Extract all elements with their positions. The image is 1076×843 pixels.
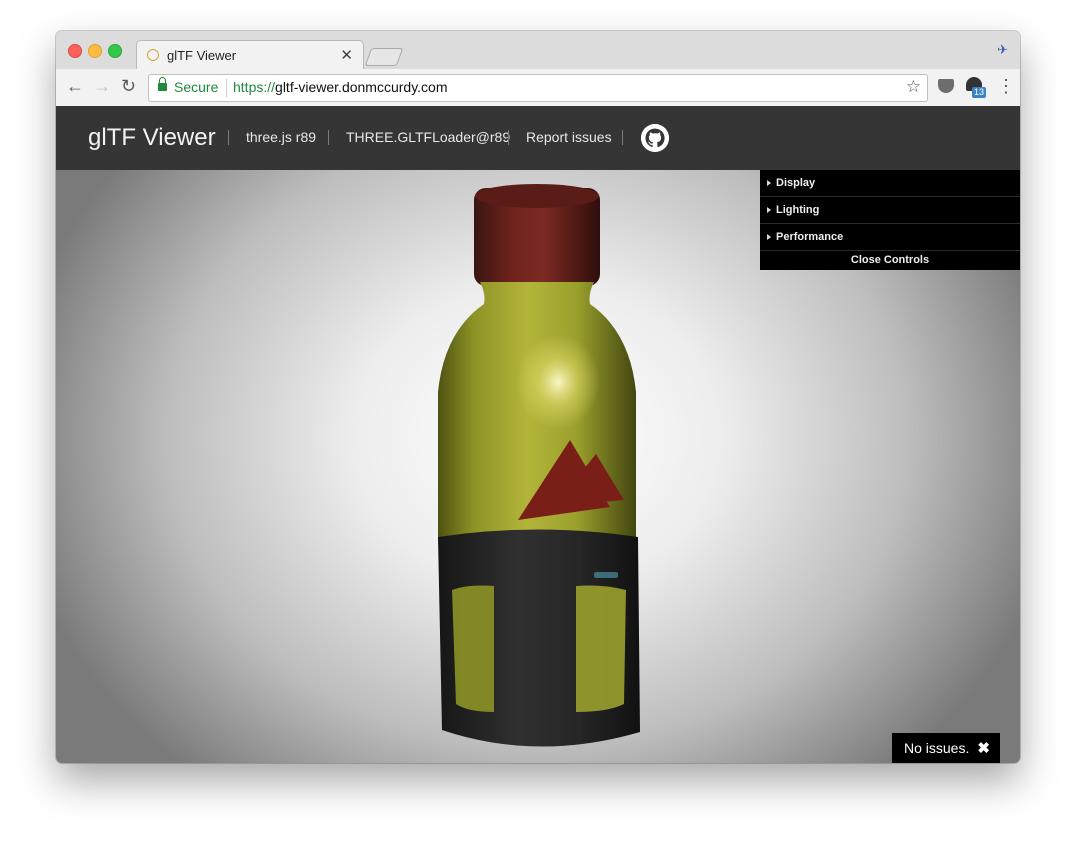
tab-close-icon[interactable]: ✕ — [340, 46, 353, 64]
folder-performance-label: Performance — [776, 231, 844, 243]
zoom-window-button[interactable] — [108, 44, 122, 58]
browser-toolbar: ← → ↻ Secure https://gltf-viewer.donmccu… — [56, 69, 1020, 107]
favicon-icon — [147, 49, 159, 61]
close-controls-button[interactable]: Close Controls — [760, 251, 1020, 270]
caret-right-icon — [767, 207, 771, 213]
header-divider — [622, 130, 623, 145]
url-scheme: https:// — [233, 79, 276, 95]
header-divider — [228, 130, 229, 145]
app-header: glTF Viewer three.js r89 THREE.GLTFLoade… — [56, 106, 1020, 170]
address-bar[interactable]: Secure https://gltf-viewer.donmccurdy.co… — [148, 74, 928, 102]
notice-text: No issues. — [904, 740, 970, 756]
star-icon[interactable]: ☆ — [906, 77, 921, 97]
github-icon[interactable] — [641, 124, 669, 152]
page-title[interactable]: glTF Viewer — [88, 124, 216, 152]
menu-kebab-icon[interactable]: ⋮ — [997, 76, 1015, 97]
folder-display[interactable]: Display — [760, 170, 1020, 197]
close-icon[interactable]: ✖ — [977, 739, 990, 757]
model-viewport[interactable]: Display Lighting Performance Close Contr… — [56, 170, 1020, 763]
forward-arrow-icon[interactable]: → — [93, 76, 111, 97]
pocket-icon[interactable] — [938, 79, 954, 93]
caret-right-icon — [767, 234, 771, 240]
header-divider — [328, 130, 329, 145]
caret-right-icon — [767, 180, 771, 186]
new-tab-button[interactable] — [364, 48, 404, 66]
secure-label: Secure — [174, 79, 219, 95]
close-window-button[interactable] — [68, 44, 82, 58]
report-issues-link[interactable]: Report issues — [526, 129, 612, 145]
reload-icon[interactable]: ↻ — [121, 76, 136, 97]
tab-strip: glTF Viewer ✕ ✈ — [56, 31, 1020, 70]
url-host: gltf-viewer.donmccurdy.com — [275, 79, 448, 95]
folder-performance[interactable]: Performance — [760, 224, 1020, 251]
back-arrow-icon[interactable]: ← — [66, 76, 84, 97]
folder-display-label: Display — [776, 177, 816, 189]
browser-window: glTF Viewer ✕ ✈ ← → ↻ Secure https://glt… — [56, 31, 1020, 763]
header-divider — [508, 130, 509, 145]
controls-panel: Display Lighting Performance Close Contr… — [760, 170, 1020, 270]
minimize-window-button[interactable] — [88, 44, 102, 58]
address-separator — [226, 79, 227, 97]
bottle-model — [438, 184, 640, 747]
threejs-version-link[interactable]: three.js r89 — [246, 129, 316, 145]
tab-gltf-viewer[interactable]: glTF Viewer ✕ — [136, 40, 364, 70]
url-text: https://gltf-viewer.donmccurdy.com — [233, 79, 448, 95]
extension-badge: 13 — [972, 87, 987, 98]
profile-icon[interactable]: ✈ — [997, 42, 1008, 58]
lock-icon — [158, 77, 167, 91]
folder-lighting[interactable]: Lighting — [760, 197, 1020, 224]
validation-notice[interactable]: No issues. ✖ — [892, 733, 1000, 763]
folder-lighting-label: Lighting — [776, 204, 820, 216]
extension-icon[interactable]: 13 — [966, 77, 988, 99]
gltfloader-version-link[interactable]: THREE.GLTFLoader@r89 — [346, 129, 510, 145]
tab-title: glTF Viewer — [167, 48, 237, 63]
